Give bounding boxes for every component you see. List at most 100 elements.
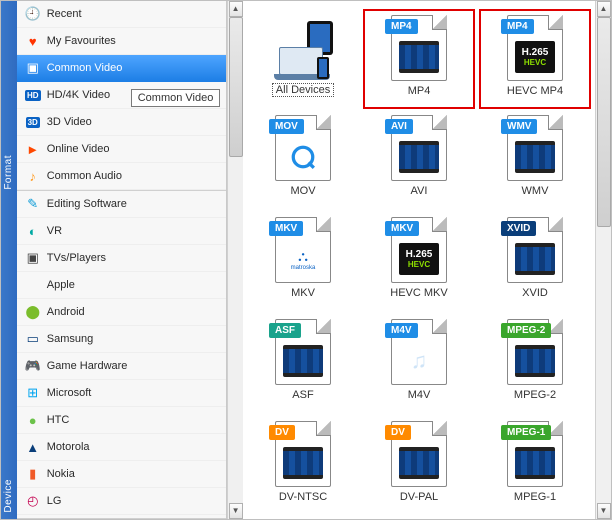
sidebar-item-editing-software[interactable]: ✎Editing Software [17,191,227,218]
sidebar-scrollbar[interactable]: ▲ ▼ [227,1,243,519]
format-tag: ASF [269,323,301,338]
format-thumb: ♫ [399,345,439,377]
scroll-up-button[interactable]: ▲ [597,1,611,17]
format-tile-m4v[interactable]: M4V♫M4V [363,315,475,415]
content-area: All DevicesMP4MP4MP4H.265HEVCHEVC MP4MOV… [243,1,611,519]
format-tag: WMV [501,119,537,134]
format-tile-wmv[interactable]: WMVWMV [479,111,591,211]
sidebar-item-motorola[interactable]: ▲ Motorola [17,434,227,461]
sidebar-item-label: Editing Software [47,198,127,210]
format-tile-label: HEVC MKV [390,287,447,299]
sidebar-item-game-hardware[interactable]: 🎮Game Hardware [17,353,227,380]
apple-icon [25,277,41,293]
nokia-icon: ▮ [25,466,41,482]
scroll-track[interactable] [229,17,243,503]
format-tile-avi[interactable]: AVIAVI [363,111,475,211]
sidebar-item-tvs-players[interactable]: ▣TVs/Players [17,245,227,272]
sidebar-item-microsoft[interactable]: ⊞ Microsoft [17,380,227,407]
motorola-icon: ▲ [25,439,41,455]
sidebar-item-label: Common Video [47,62,123,74]
vr-icon: ◐ [25,223,41,239]
sidebar-item-label: 3D Video [47,116,92,128]
sidebar-item-label: Microsoft [47,387,92,399]
format-tile-all-devices[interactable]: All Devices [247,9,359,109]
format-tile-mpeg-2[interactable]: MPEG-2 MPEG-2 [479,315,591,415]
microsoft-icon: ⊞ [25,385,41,401]
file-icon: MKV⛬matroska [275,217,331,283]
file-icon: WMV [507,115,563,181]
sidebar-item-apple[interactable]: Apple [17,272,227,299]
rail-format[interactable]: Format [3,1,14,196]
sidebar-item-android[interactable]: ⬤Android [17,299,227,326]
scroll-thumb[interactable] [597,17,611,227]
format-tile-label: M4V [408,389,431,401]
sidebar-item-label: Common Audio [47,170,122,182]
format-tag: MP4 [385,19,418,34]
sidebar-item-vr[interactable]: ◐VR [17,218,227,245]
sidebar-item-label: Motorola [47,441,90,453]
format-tile-mov[interactable]: MOVMOV [247,111,359,211]
format-thumb: ⛬matroska [283,243,323,275]
format-thumb [515,141,555,173]
sidebar-item-online-video[interactable]: ►Online Video [17,136,227,163]
file-icon: MKVH.265HEVC [391,217,447,283]
format-tile-dv-pal[interactable]: DVDV-PAL [363,417,475,517]
format-tile-label: WMV [522,185,549,197]
sidebar-item-htc[interactable]: ●HTC [17,407,227,434]
sidebar-item-blackberry[interactable]: ▪BlackBerry [17,515,227,519]
format-tile-xvid[interactable]: XVIDXVID [479,213,591,313]
format-tag: MPEG-2 [501,323,551,338]
scroll-thumb[interactable] [229,17,243,157]
rail-device-label: Device [3,473,14,519]
sidebar-item-label: Apple [47,279,75,291]
category-rail: Format Device [1,1,17,519]
format-thumb [399,447,439,479]
hd-icon: HD [25,90,41,101]
format-tile-hevc-mkv[interactable]: MKVH.265HEVC HEVC MKV [363,213,475,313]
format-tile-mp4[interactable]: MP4MP4 [363,9,475,109]
format-tile-hevc-mp4[interactable]: MP4H.265HEVCHEVC MP4 [479,9,591,109]
sidebar-item-label: TVs/Players [47,252,106,264]
format-tile-label: MPEG-2 [514,389,556,401]
heart-icon: ♥ [25,33,41,49]
format-thumb [283,447,323,479]
format-thumb [515,243,555,275]
sidebar-item-recent[interactable]: 🕘Recent [17,1,227,28]
sidebar-item-lg[interactable]: ◴LG [17,488,227,515]
sidebar-item-label: LG [47,495,62,507]
scroll-track[interactable] [597,17,611,503]
format-grid-wrap: All DevicesMP4MP4MP4H.265HEVCHEVC MP4MOV… [243,1,595,519]
format-thumb: H.265HEVC [399,243,439,275]
common-video-icon: ▣ [25,60,41,76]
format-tile-dv-ntsc[interactable]: DVDV-NTSC [247,417,359,517]
sidebar-device-group: ✎Editing Software◐VR▣TVs/Players Apple ⬤An… [17,191,227,519]
sidebar-item-common-video[interactable]: ▣ Common Video [17,55,227,82]
format-tile-label: MKV [291,287,315,299]
format-tile-mkv[interactable]: MKV⛬matroska MKV [247,213,359,313]
sidebar-item-my-favourites[interactable]: ♥My Favourites [17,28,227,55]
content-scrollbar[interactable]: ▲ ▼ [595,1,611,519]
quicktime-icon [290,144,316,170]
format-tile-mpeg-1[interactable]: MPEG-1MPEG-1 [479,417,591,517]
format-tag: MPEG-1 [501,425,551,440]
3d-icon: 3D [26,117,40,128]
file-icon: MOV [275,115,331,181]
sidebar-item-label: Game Hardware [47,360,128,372]
scroll-down-button[interactable]: ▼ [597,503,611,519]
sidebar-item-common-audio[interactable]: ♪Common Audio [17,163,227,190]
format-tile-asf[interactable]: ASFASF [247,315,359,415]
sidebar-item-nokia[interactable]: ▮Nokia [17,461,227,488]
htc-icon: ● [25,412,41,428]
sidebar-item-label: Android [47,306,85,318]
rail-device[interactable]: Device [3,196,14,519]
file-icon: DV [391,421,447,487]
sidebar-item-3d-video[interactable]: 3D 3D Video [17,109,227,136]
format-thumb [399,41,439,73]
file-icon: MP4 [391,15,447,81]
sidebar-item-samsung[interactable]: ▭Samsung [17,326,227,353]
format-thumb [283,141,323,173]
scroll-down-button[interactable]: ▼ [229,503,243,519]
file-icon: DV [275,421,331,487]
scroll-up-button[interactable]: ▲ [229,1,243,17]
all-devices-icon [271,13,335,79]
